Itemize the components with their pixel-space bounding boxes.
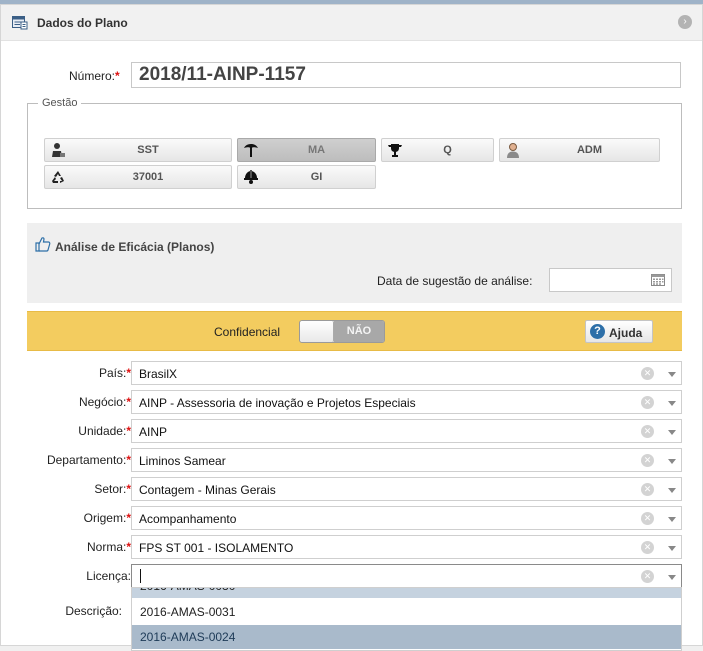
panel-header: Dados do Plano › bbox=[1, 5, 702, 41]
licenca-row: Licença: ✕ bbox=[1, 564, 703, 588]
setor-row: Setor:* Contagem - Minas Gerais ✕ bbox=[1, 477, 703, 501]
chevron-down-icon[interactable] bbox=[668, 372, 676, 377]
plan-data-icon bbox=[12, 16, 28, 30]
pais-select[interactable]: BrasilX ✕ bbox=[131, 361, 682, 385]
gestao-fieldset: Gestão SST MA Q ADM 37001 GI bbox=[27, 97, 682, 209]
dados-do-plano-panel: Dados do Plano › Número:* 2018/11-AINP-1… bbox=[0, 4, 703, 651]
chevron-down-icon[interactable] bbox=[668, 459, 676, 464]
licenca-dropdown: 2016-AMAS-0030 2016-AMAS-0031 2016-AMAS-… bbox=[131, 587, 682, 651]
origem-label: Origem:* bbox=[83, 511, 131, 525]
unidade-select[interactable]: AINP ✕ bbox=[131, 419, 682, 443]
clear-icon[interactable]: ✕ bbox=[641, 570, 654, 583]
licenca-label: Licença: bbox=[86, 569, 131, 583]
descricao-label: Descrição: bbox=[65, 604, 122, 618]
clear-icon[interactable]: ✕ bbox=[641, 425, 654, 438]
data-sugestao-input[interactable] bbox=[549, 268, 672, 292]
analise-title: Análise de Eficácia (Planos) bbox=[55, 240, 215, 254]
unidade-row: Unidade:* AINP ✕ bbox=[1, 419, 703, 443]
pais-label: País:* bbox=[98, 366, 131, 380]
text-caret bbox=[140, 569, 141, 583]
departamento-label: Departamento:* bbox=[46, 453, 131, 467]
clear-icon[interactable]: ✕ bbox=[641, 454, 654, 467]
data-sugestao-label: Data de sugestão de análise: bbox=[377, 274, 533, 288]
gestao-37001-button[interactable]: 37001 bbox=[44, 165, 232, 189]
pais-row: País:* BrasilX ✕ bbox=[1, 361, 703, 385]
analise-eficacia-section: Análise de Eficácia (Planos) Data de sug… bbox=[27, 223, 682, 303]
departamento-select[interactable]: Liminos Samear ✕ bbox=[131, 448, 682, 472]
setor-select[interactable]: Contagem - Minas Gerais ✕ bbox=[131, 477, 682, 501]
toggle-knob bbox=[300, 321, 334, 342]
unidade-label: Unidade:* bbox=[78, 424, 131, 438]
clear-icon[interactable]: ✕ bbox=[641, 367, 654, 380]
licenca-search-input[interactable]: ✕ bbox=[131, 564, 682, 588]
negocio-select[interactable]: AINP - Assessoria de inovação e Projetos… bbox=[131, 390, 682, 414]
gestao-ma-button[interactable]: MA bbox=[237, 138, 376, 162]
norma-row: Norma:* FPS ST 001 - ISOLAMENTO ✕ bbox=[1, 535, 703, 559]
confidencial-label: Confidencial bbox=[214, 325, 281, 339]
trophy-icon bbox=[388, 144, 402, 157]
gestao-legend: Gestão bbox=[42, 97, 78, 109]
chevron-down-icon[interactable] bbox=[668, 575, 676, 580]
gestao-adm-button[interactable]: ADM bbox=[499, 138, 660, 162]
setor-label: Setor:* bbox=[94, 482, 131, 496]
calendar-icon[interactable] bbox=[651, 274, 665, 286]
gestao-gi-button[interactable]: GI bbox=[237, 165, 376, 189]
recycle-icon bbox=[52, 171, 64, 183]
dropdown-option-highlighted[interactable]: 2016-AMAS-0024 bbox=[132, 625, 681, 649]
worker-icon bbox=[52, 143, 65, 157]
chevron-down-icon[interactable] bbox=[668, 430, 676, 435]
toggle-text: NÃO bbox=[334, 321, 384, 342]
chevron-right-circle-icon[interactable]: › bbox=[678, 15, 692, 29]
palm-tree-icon bbox=[244, 144, 258, 157]
help-icon: ? bbox=[590, 324, 605, 339]
person-icon bbox=[507, 143, 519, 158]
clear-icon[interactable]: ✕ bbox=[641, 512, 654, 525]
origem-row: Origem:* Acompanhamento ✕ bbox=[1, 506, 703, 530]
dropdown-option[interactable]: 2016-AMAS-0031 bbox=[132, 600, 681, 624]
negocio-row: Negócio:* AINP - Assessoria de inovação … bbox=[1, 390, 703, 414]
gestao-q-button[interactable]: Q bbox=[381, 138, 494, 162]
norma-label: Norma:* bbox=[86, 540, 131, 554]
gestao-sst-button[interactable]: SST bbox=[44, 138, 232, 162]
chevron-down-icon[interactable] bbox=[668, 401, 676, 406]
thumbs-up-icon bbox=[35, 237, 51, 252]
numero-label: Número:* bbox=[69, 69, 120, 83]
clear-icon[interactable]: ✕ bbox=[641, 483, 654, 496]
ajuda-button[interactable]: ? Ajuda bbox=[585, 320, 653, 343]
dropdown-option[interactable]: 2016-AMAS-0030 bbox=[132, 588, 681, 598]
chevron-down-icon[interactable] bbox=[668, 488, 676, 493]
panel-title: Dados do Plano bbox=[37, 16, 128, 30]
clear-icon[interactable]: ✕ bbox=[641, 541, 654, 554]
negocio-label: Negócio:* bbox=[78, 395, 131, 409]
departamento-row: Departamento:* Liminos Samear ✕ bbox=[1, 448, 703, 472]
helmet-icon bbox=[244, 170, 258, 184]
origem-select[interactable]: Acompanhamento ✕ bbox=[131, 506, 682, 530]
confidencial-bar: Confidencial NÃO ? Ajuda bbox=[27, 311, 682, 351]
chevron-down-icon[interactable] bbox=[668, 517, 676, 522]
confidencial-toggle[interactable]: NÃO bbox=[299, 320, 385, 343]
clear-icon[interactable]: ✕ bbox=[641, 396, 654, 409]
numero-field: 2018/11-AINP-1157 bbox=[131, 62, 681, 88]
chevron-down-icon[interactable] bbox=[668, 546, 676, 551]
norma-select[interactable]: FPS ST 001 - ISOLAMENTO ✕ bbox=[131, 535, 682, 559]
